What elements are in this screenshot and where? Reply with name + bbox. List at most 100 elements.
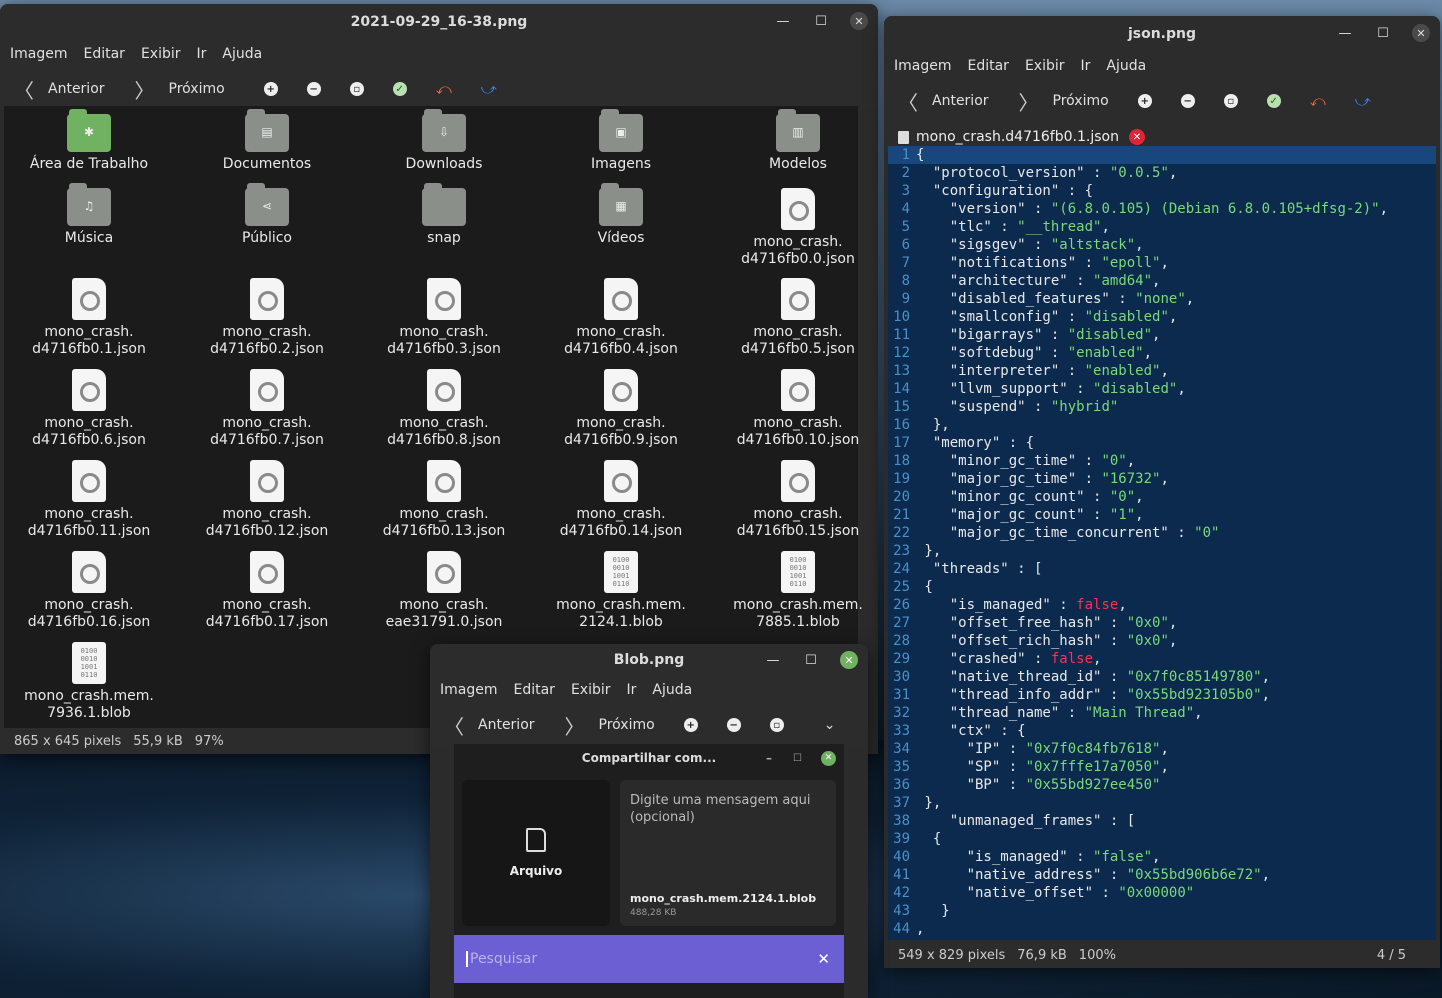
menu-imagem[interactable]: Imagem <box>10 46 67 62</box>
file-item[interactable]: mono_crash. d4716fb0.9.json <box>536 369 706 449</box>
file-item[interactable]: ▦ Vídeos <box>536 183 706 247</box>
file-item[interactable]: snap <box>359 183 529 247</box>
close-icon[interactable]: ✕ <box>850 12 868 30</box>
zoom-in-icon[interactable]: + <box>263 82 278 96</box>
file-share-button[interactable]: Arquivo <box>462 780 610 926</box>
json-punct <box>916 362 950 380</box>
menu-exibir[interactable]: Exibir <box>571 682 611 698</box>
zoom-best-fit-icon[interactable]: ✓ <box>392 82 407 96</box>
chevron-left-icon[interactable]: 〈 <box>898 87 918 116</box>
file-item[interactable]: 0100 0010 1001 0110 mono_crash.mem. 7885.1.bl… <box>713 551 878 631</box>
zoom-fit-icon[interactable]: ▫ <box>349 82 364 96</box>
search-bar[interactable]: Pesquisar ✕ <box>454 935 844 983</box>
menu-ajuda[interactable]: Ajuda <box>652 682 692 698</box>
minimize-icon[interactable]: — <box>1336 24 1354 42</box>
chevron-down-icon[interactable]: ⌄ <box>824 717 836 733</box>
close-icon[interactable]: ✕ <box>840 651 858 669</box>
rotate-right-icon[interactable]: ⤻ <box>481 80 497 98</box>
menu-imagem[interactable]: Imagem <box>894 58 951 74</box>
zoom-in-icon[interactable]: + <box>683 718 698 732</box>
zoom-out-icon[interactable]: − <box>1180 94 1195 108</box>
maximize-icon[interactable]: ☐ <box>812 12 830 30</box>
zoom-fit-icon[interactable]: ▫ <box>1223 94 1238 108</box>
file-item[interactable]: ▥ Modelos <box>713 109 878 173</box>
titlebar[interactable]: 2021-09-29_16-38.png — ☐ ✕ <box>0 4 878 40</box>
file-item[interactable]: ⋖ Público <box>182 183 352 247</box>
json-punct <box>916 470 950 488</box>
file-item[interactable]: mono_crash. d4716fb0.0.json <box>713 188 878 268</box>
next-button[interactable]: Próximo <box>169 81 225 97</box>
file-item[interactable]: 0100 0010 1001 0110 mono_crash.mem. 7936.1.bl… <box>4 642 174 722</box>
menu-editar[interactable]: Editar <box>967 58 1008 74</box>
file-item[interactable]: mono_crash. d4716fb0.15.json <box>713 460 878 540</box>
file-item[interactable]: mono_crash. d4716fb0.8.json <box>359 369 529 449</box>
file-item[interactable]: mono_crash. d4716fb0.6.json <box>4 369 174 449</box>
file-item[interactable]: ▤ Documentos <box>182 109 352 173</box>
file-item[interactable]: mono_crash. d4716fb0.3.json <box>359 278 529 358</box>
rotate-right-icon[interactable]: ⤻ <box>1355 92 1371 110</box>
zoom-in-icon[interactable]: + <box>1137 94 1152 108</box>
zoom-out-icon[interactable]: − <box>726 718 741 732</box>
minimize-icon[interactable]: – <box>766 751 772 765</box>
file-item[interactable]: mono_crash. d4716fb0.4.json <box>536 278 706 358</box>
chevron-right-icon[interactable]: 〉 <box>1019 87 1039 116</box>
folder-icon <box>422 183 466 226</box>
file-item[interactable]: mono_crash. d4716fb0.11.json <box>4 460 174 540</box>
clear-search-icon[interactable]: ✕ <box>817 950 830 968</box>
menu-exibir[interactable]: Exibir <box>1025 58 1065 74</box>
chevron-right-icon[interactable]: 〉 <box>565 711 585 740</box>
search-input[interactable]: Pesquisar <box>466 951 537 967</box>
maximize-icon[interactable]: ☐ <box>802 651 820 669</box>
next-button[interactable]: Próximo <box>599 717 655 733</box>
file-item[interactable]: mono_crash. d4716fb0.7.json <box>182 369 352 449</box>
prev-button[interactable]: Anterior <box>932 93 989 109</box>
zoom-best-fit-icon[interactable]: ✓ <box>1266 94 1281 108</box>
zoom-fit-icon[interactable]: ▫ <box>769 718 784 732</box>
file-item[interactable]: mono_crash. d4716fb0.17.json <box>182 551 352 631</box>
file-item[interactable]: mono_crash. d4716fb0.10.json <box>713 369 878 449</box>
line-number: 29 <box>893 651 910 667</box>
file-item[interactable]: ▣ Imagens <box>536 109 706 173</box>
file-item[interactable]: ✱ Área de Trabalho <box>4 109 174 173</box>
file-item[interactable]: mono_crash. eae31791.0.json <box>359 551 529 631</box>
file-item[interactable]: mono_crash. d4716fb0.5.json <box>713 278 878 358</box>
rotate-left-icon[interactable]: ⤺ <box>436 80 452 98</box>
next-button[interactable]: Próximo <box>1053 93 1109 109</box>
rotate-left-icon[interactable]: ⤺ <box>1310 92 1326 110</box>
file-item[interactable]: 0100 0010 1001 0110 mono_crash.mem. 2124.1.bl… <box>536 551 706 631</box>
menu-exibir[interactable]: Exibir <box>141 46 181 62</box>
file-item[interactable]: ♫ Música <box>4 183 174 247</box>
menu-ir[interactable]: Ir <box>627 682 637 698</box>
file-item[interactable]: mono_crash. d4716fb0.12.json <box>182 460 352 540</box>
file-item[interactable]: mono_crash. d4716fb0.13.json <box>359 460 529 540</box>
chevron-right-icon[interactable]: 〉 <box>135 75 155 104</box>
maximize-icon[interactable]: ☐ <box>793 753 802 764</box>
file-item[interactable]: mono_crash. d4716fb0.1.json <box>4 278 174 358</box>
menu-ir[interactable]: Ir <box>1081 58 1091 74</box>
menu-imagem[interactable]: Imagem <box>440 682 497 698</box>
file-item[interactable]: mono_crash. d4716fb0.16.json <box>4 551 174 631</box>
menu-ajuda[interactable]: Ajuda <box>1106 58 1146 74</box>
menu-editar[interactable]: Editar <box>83 46 124 62</box>
chevron-left-icon[interactable]: 〈 <box>444 711 464 740</box>
menu-ir[interactable]: Ir <box>197 46 207 62</box>
close-icon[interactable]: ✕ <box>821 750 836 766</box>
chevron-left-icon[interactable]: 〈 <box>14 75 34 104</box>
close-tab-icon[interactable]: ✕ <box>1128 129 1145 145</box>
menu-editar[interactable]: Editar <box>513 682 554 698</box>
tab-json-file[interactable]: mono_crash.d4716fb0.1.json <box>916 129 1119 145</box>
titlebar[interactable]: json.png — ☐ ✕ <box>884 16 1440 52</box>
file-item[interactable]: mono_crash. d4716fb0.14.json <box>536 460 706 540</box>
minimize-icon[interactable]: — <box>764 651 782 669</box>
prev-button[interactable]: Anterior <box>478 717 535 733</box>
prev-button[interactable]: Anterior <box>48 81 105 97</box>
menu-ajuda[interactable]: Ajuda <box>222 46 262 62</box>
zoom-out-icon[interactable]: − <box>306 82 321 96</box>
file-item[interactable]: mono_crash. d4716fb0.2.json <box>182 278 352 358</box>
file-item[interactable]: ⇩ Downloads <box>359 109 529 173</box>
maximize-icon[interactable]: ☐ <box>1374 24 1392 42</box>
titlebar[interactable]: Blob.png — ☐ ✕ <box>430 644 868 676</box>
message-input[interactable]: Digite uma mensagem aqui (opcional) <box>620 780 836 838</box>
close-icon[interactable]: ✕ <box>1412 24 1430 42</box>
minimize-icon[interactable]: — <box>774 12 792 30</box>
